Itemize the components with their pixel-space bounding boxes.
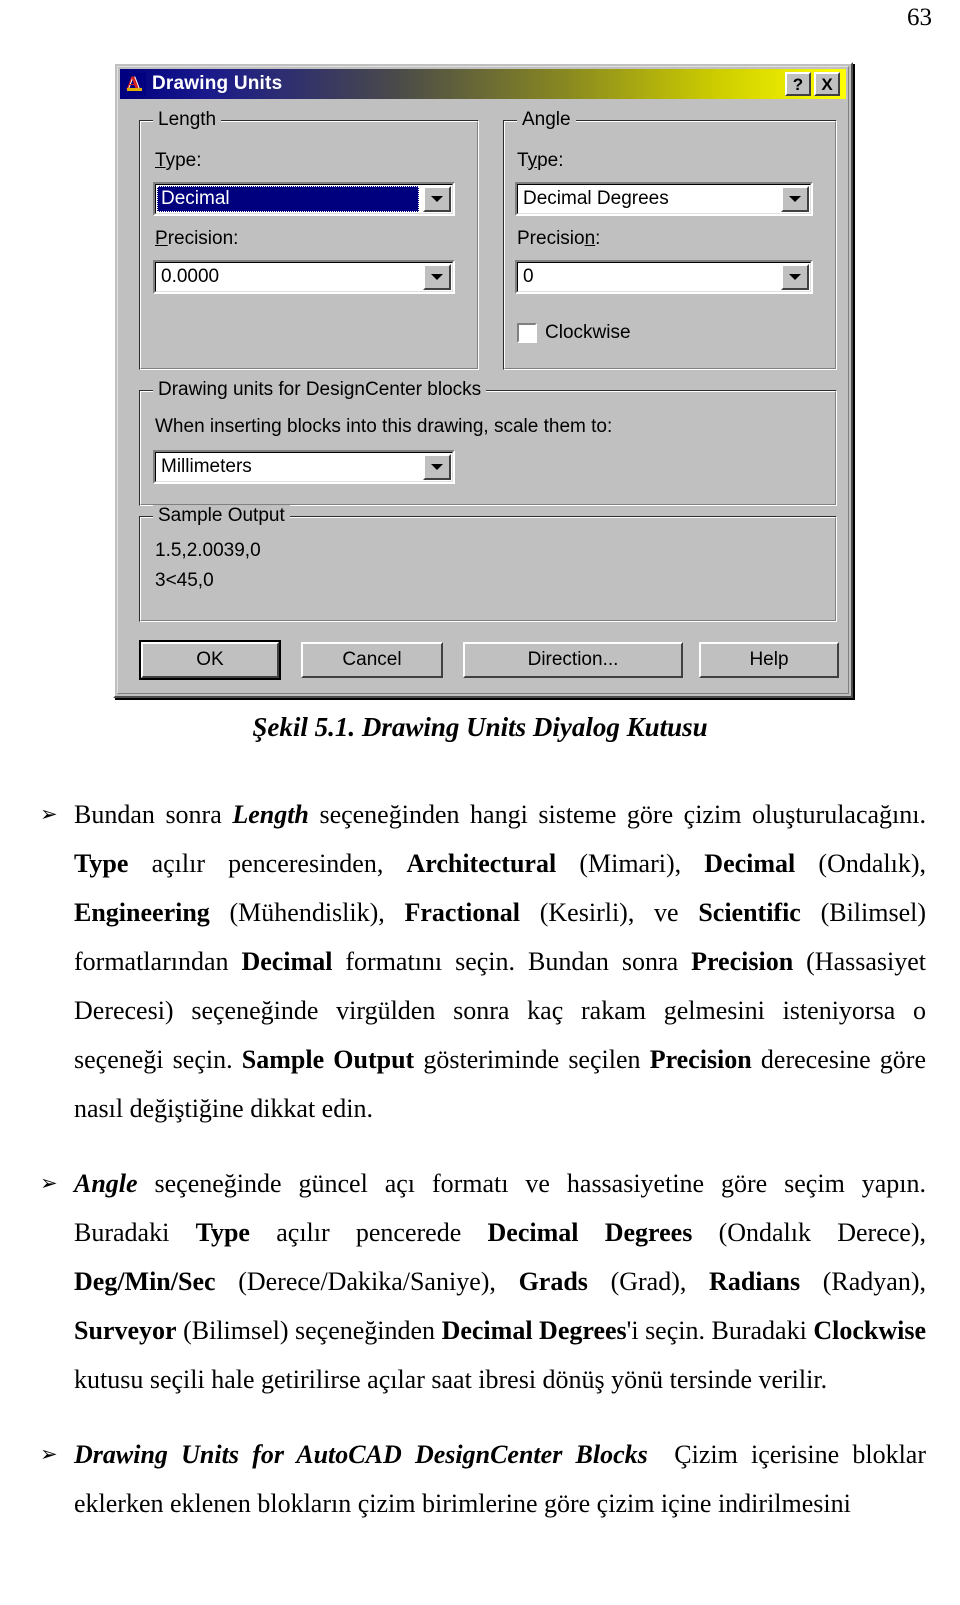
angle-type-label: Type: xyxy=(517,150,564,171)
titlebar-buttons: ? X xyxy=(785,72,840,96)
chevron-down-icon[interactable] xyxy=(423,454,451,480)
autocad-a-icon: A xyxy=(124,73,146,95)
designcenter-description: When inserting blocks into this drawing,… xyxy=(155,416,613,437)
designcenter-groupbox: Drawing units for DesignCenter blocks xyxy=(139,379,837,506)
chevron-down-icon[interactable] xyxy=(781,186,809,212)
help-question-icon[interactable]: ? xyxy=(785,72,811,96)
drawing-units-dialog: A Drawing Units ? X Length Type: Decimal… xyxy=(113,62,853,698)
length-type-combo[interactable]: Decimal xyxy=(153,182,455,216)
length-precision-label: Precision: xyxy=(155,228,239,249)
cancel-button[interactable]: Cancel xyxy=(301,642,443,678)
clockwise-checkbox[interactable] xyxy=(517,323,537,343)
bullet-arrow-icon: ➢ xyxy=(40,1442,58,1466)
length-precision-value: 0.0000 xyxy=(161,266,220,287)
sample-output-groupbox: Sample Output xyxy=(139,505,837,622)
list-item-text: Drawing Units for AutoCAD DesignCenter B… xyxy=(74,1440,926,1518)
angle-type-value: Decimal Degrees xyxy=(523,188,669,209)
help-button[interactable]: Help xyxy=(699,642,839,678)
angle-precision-label: Precision: xyxy=(517,228,601,249)
list-item: ➢ Angle seçeneğinde güncel açı formatı v… xyxy=(38,1159,926,1404)
length-type-value: Decimal xyxy=(157,186,419,212)
page-number: 63 xyxy=(907,4,932,31)
sample-output-line-1: 1.5,2.0039,0 xyxy=(155,540,261,561)
angle-precision-combo[interactable]: 0 xyxy=(515,260,813,294)
document-body: ➢ Bundan sonra Length seçeneğinden hangi… xyxy=(38,790,926,1554)
angle-group-title: Angle xyxy=(517,109,576,131)
clockwise-label: Clockwise xyxy=(545,322,631,343)
dialog-titlebar[interactable]: A Drawing Units ? X xyxy=(120,69,846,99)
angle-precision-value: 0 xyxy=(523,266,534,287)
ok-button[interactable]: OK xyxy=(139,640,281,680)
designcenter-units-value: Millimeters xyxy=(161,456,252,477)
bullet-arrow-icon: ➢ xyxy=(40,1171,58,1195)
designcenter-units-combo[interactable]: Millimeters xyxy=(153,450,455,484)
chevron-down-icon[interactable] xyxy=(781,264,809,290)
clockwise-checkbox-row[interactable]: Clockwise xyxy=(517,322,631,344)
angle-type-combo[interactable]: Decimal Degrees xyxy=(515,182,813,216)
direction-button[interactable]: Direction... xyxy=(463,642,683,678)
sample-output-group-title: Sample Output xyxy=(153,505,290,527)
length-type-label: Type: xyxy=(155,150,202,171)
list-item: ➢ Drawing Units for AutoCAD DesignCenter… xyxy=(38,1430,926,1528)
chevron-down-icon[interactable] xyxy=(423,186,451,212)
close-icon[interactable]: X xyxy=(814,72,840,96)
figure-caption: Şekil 5.1. Drawing Units Diyalog Kutusu xyxy=(252,712,708,742)
list-item-text: Bundan sonra Length seçeneğinden hangi s… xyxy=(74,800,926,1123)
bullet-arrow-icon: ➢ xyxy=(40,802,58,826)
designcenter-group-title: Drawing units for DesignCenter blocks xyxy=(153,379,487,401)
list-item: ➢ Bundan sonra Length seçeneğinden hangi… xyxy=(38,790,926,1133)
list-item-text: Angle seçeneğinde güncel açı formatı ve … xyxy=(74,1169,926,1394)
length-group-title: Length xyxy=(153,109,222,131)
chevron-down-icon[interactable] xyxy=(423,264,451,290)
length-precision-combo[interactable]: 0.0000 xyxy=(153,260,455,294)
sample-output-line-2: 3<45,0 xyxy=(155,570,214,591)
dialog-title: Drawing Units xyxy=(152,73,283,94)
